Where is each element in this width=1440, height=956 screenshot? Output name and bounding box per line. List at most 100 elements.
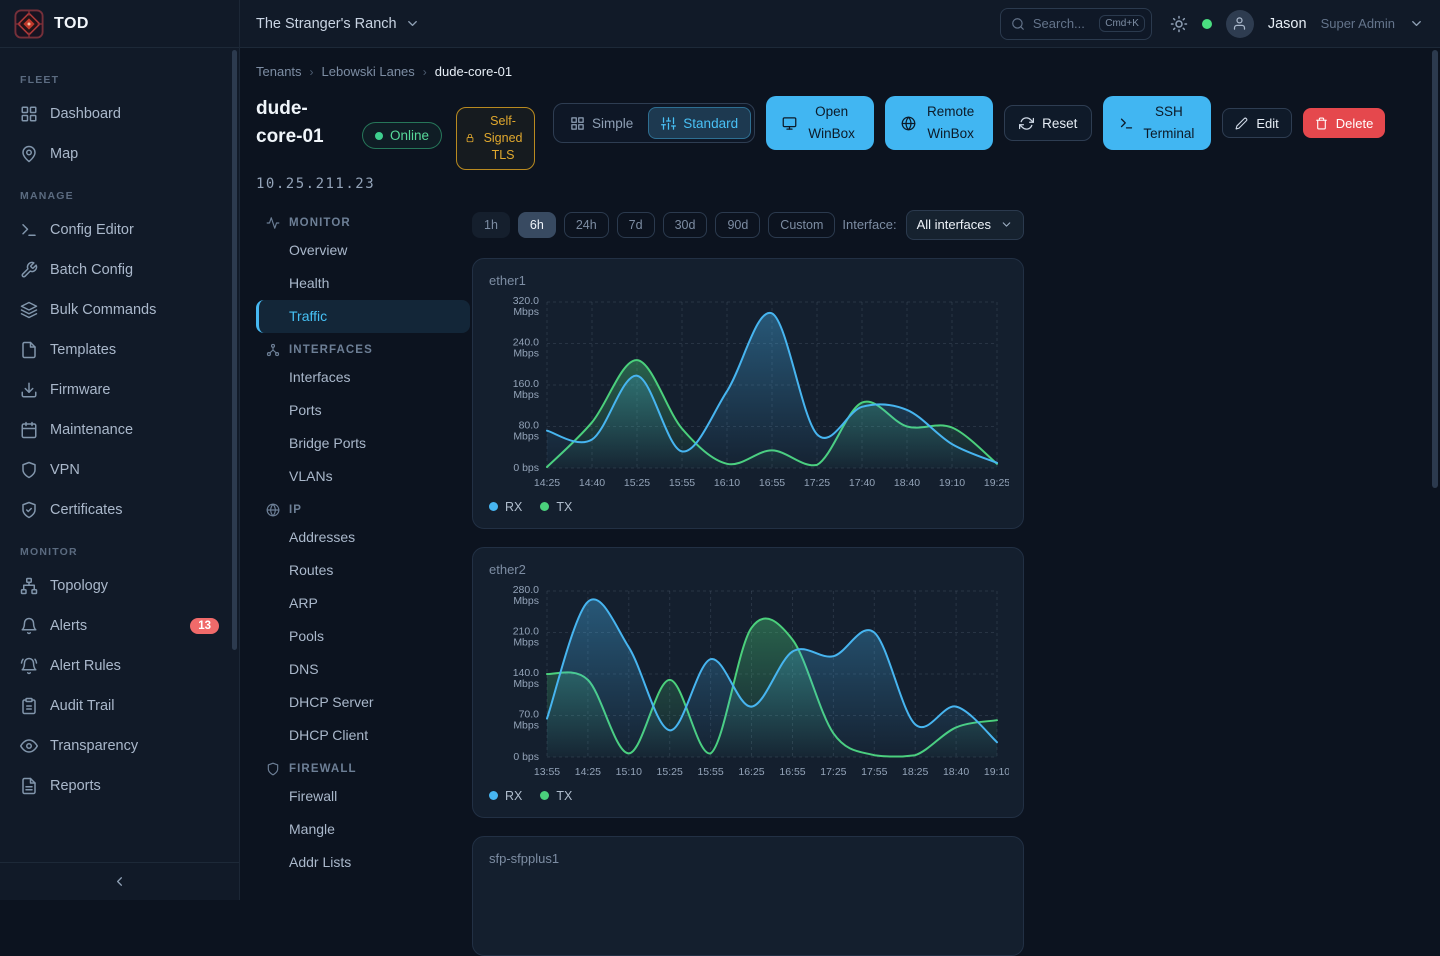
reset-button[interactable]: Reset (1004, 105, 1092, 141)
svg-text:Mbps: Mbps (513, 430, 539, 442)
subnav-item-dhcp-client[interactable]: DHCP Client (256, 719, 470, 752)
svg-text:19:10: 19:10 (984, 766, 1009, 778)
svg-text:19:10: 19:10 (939, 477, 965, 489)
sidebar-item-transparency[interactable]: Transparency (8, 726, 231, 766)
sidebar-item-templates[interactable]: Templates (8, 330, 231, 370)
user-menu-chevron-icon[interactable] (1409, 16, 1424, 31)
sidebar-collapse-button[interactable] (0, 862, 239, 900)
chart-card-ether1: ether10 bps80.0Mbps160.0Mbps240.0Mbps320… (472, 258, 1024, 529)
chart-legend: RXTX (489, 789, 1007, 803)
range-chip-24h[interactable]: 24h (564, 212, 609, 238)
clipboard-icon (20, 697, 38, 715)
interface-select[interactable]: All interfaces (906, 210, 1024, 240)
view-mode-label: Standard (683, 116, 738, 131)
sidebar-item-firmware[interactable]: Firmware (8, 370, 231, 410)
sidebar-section-label: MONITOR (20, 546, 231, 558)
subnav-item-arp[interactable]: ARP (256, 587, 470, 620)
sidebar-item-label: Dashboard (50, 106, 121, 122)
svg-text:14:40: 14:40 (579, 477, 605, 489)
main-scrollbar[interactable] (1432, 50, 1438, 488)
view-mode-simple[interactable]: Simple (557, 107, 646, 139)
interface-select-value: All interfaces (917, 217, 991, 232)
subnav-item-health[interactable]: Health (256, 267, 470, 300)
range-chip-custom[interactable]: Custom (768, 212, 835, 238)
sidebar-item-label: Map (50, 146, 78, 162)
sidebar-item-config-editor[interactable]: Config Editor (8, 210, 231, 250)
sidebar-item-reports[interactable]: Reports (8, 766, 231, 806)
svg-text:Mbps: Mbps (513, 678, 539, 690)
svg-text:13:55: 13:55 (534, 766, 560, 778)
subnav-item-mangle[interactable]: Mangle (256, 813, 470, 846)
sidebar-item-audit-trail[interactable]: Audit Trail (8, 686, 231, 726)
subnav-item-routes[interactable]: Routes (256, 554, 470, 587)
device-actions: Simple Standard Open WinBoxRemote WinBox R… (553, 95, 1385, 151)
sidebar-item-topology[interactable]: Topology (8, 566, 231, 606)
subnav-item-bridge-ports[interactable]: Bridge Ports (256, 427, 470, 460)
open-winbox-button[interactable]: Open WinBox (766, 96, 874, 150)
sidebar-item-label: Topology (50, 578, 108, 594)
sidebar-item-alert-rules[interactable]: Alert Rules (8, 646, 231, 686)
range-chip-30d[interactable]: 30d (663, 212, 708, 238)
edit-button[interactable]: Edit (1222, 108, 1291, 138)
sidebar-item-bulk-commands[interactable]: Bulk Commands (8, 290, 231, 330)
delete-button[interactable]: Delete (1303, 108, 1386, 138)
sidebar-item-map[interactable]: Map (8, 134, 231, 174)
theme-toggle-sun-icon[interactable] (1170, 15, 1188, 33)
subnav-item-traffic[interactable]: Traffic (256, 300, 470, 333)
topbar: The Stranger's Ranch Cmd+K Jason Super A… (240, 0, 1440, 48)
subnav-group-ip: IP (266, 503, 470, 517)
legend-rx: RX (489, 789, 522, 803)
subnav-item-ports[interactable]: Ports (256, 394, 470, 427)
range-chip-6h[interactable]: 6h (518, 212, 556, 238)
subnav-item-vlans[interactable]: VLANs (256, 460, 470, 493)
subnav-item-pools[interactable]: Pools (256, 620, 470, 653)
view-mode-standard[interactable]: Standard (648, 107, 751, 139)
subnav-item-firewall[interactable]: Firewall (256, 780, 470, 813)
file-icon (20, 341, 38, 359)
range-chip-7d[interactable]: 7d (617, 212, 655, 238)
subnav-item-dns[interactable]: DNS (256, 653, 470, 686)
globe-icon (901, 116, 916, 131)
breadcrumb-tenant[interactable]: Lebowski Lanes (322, 64, 415, 79)
svg-text:Mbps: Mbps (513, 347, 539, 359)
svg-text:0 bps: 0 bps (513, 751, 539, 763)
chart-card-ether2: ether20 bps70.0Mbps140.0Mbps210.0Mbps280… (472, 547, 1024, 818)
sliders-icon (661, 116, 676, 131)
map-pin-icon (20, 145, 38, 163)
search-input[interactable] (1033, 16, 1091, 31)
subnav-item-addresses[interactable]: Addresses (256, 521, 470, 554)
breadcrumb-tenants[interactable]: Tenants (256, 64, 302, 79)
tenant-selector[interactable]: The Stranger's Ranch (256, 16, 420, 32)
range-chip-1h[interactable]: 1h (472, 212, 510, 238)
online-status-badge: Online (362, 122, 442, 149)
subnav-item-overview[interactable]: Overview (256, 234, 470, 267)
sidebar-item-certificates[interactable]: Certificates (8, 490, 231, 530)
sidebar-item-vpn[interactable]: VPN (8, 450, 231, 490)
search-box[interactable]: Cmd+K (1000, 8, 1152, 40)
subnav-item-dhcp-server[interactable]: DHCP Server (256, 686, 470, 719)
range-chip-90d[interactable]: 90d (715, 212, 760, 238)
shield-icon (266, 762, 280, 776)
user-name: Jason (1268, 16, 1307, 32)
svg-text:17:55: 17:55 (861, 766, 887, 778)
remote-winbox-button[interactable]: Remote WinBox (885, 96, 993, 150)
svg-text:15:25: 15:25 (657, 766, 683, 778)
sidebar-item-alerts[interactable]: Alerts13 (8, 606, 231, 646)
sidebar-scrollbar[interactable] (232, 50, 237, 650)
svg-text:17:25: 17:25 (804, 477, 830, 489)
ssh-terminal-button[interactable]: SSH Terminal (1103, 96, 1211, 150)
subnav-item-interfaces[interactable]: Interfaces (256, 361, 470, 394)
subnav-item-addr-lists[interactable]: Addr Lists (256, 846, 470, 879)
sidebar-item-label: VPN (50, 462, 80, 478)
time-range-chips: 1h 6h 24h 7d 30d 90d Custom (472, 212, 835, 238)
avatar[interactable] (1226, 10, 1254, 38)
chart-interface-label: ether1 (489, 273, 1007, 288)
chevron-down-icon (405, 16, 420, 31)
sidebar-item-dashboard[interactable]: Dashboard (8, 94, 231, 134)
subnav-group-interfaces: INTERFACES (266, 343, 470, 357)
pencil-icon (1235, 117, 1248, 130)
svg-text:15:55: 15:55 (697, 766, 723, 778)
search-shortcut-badge: Cmd+K (1099, 15, 1145, 32)
sidebar-item-maintenance[interactable]: Maintenance (8, 410, 231, 450)
sidebar-item-batch-config[interactable]: Batch Config (8, 250, 231, 290)
